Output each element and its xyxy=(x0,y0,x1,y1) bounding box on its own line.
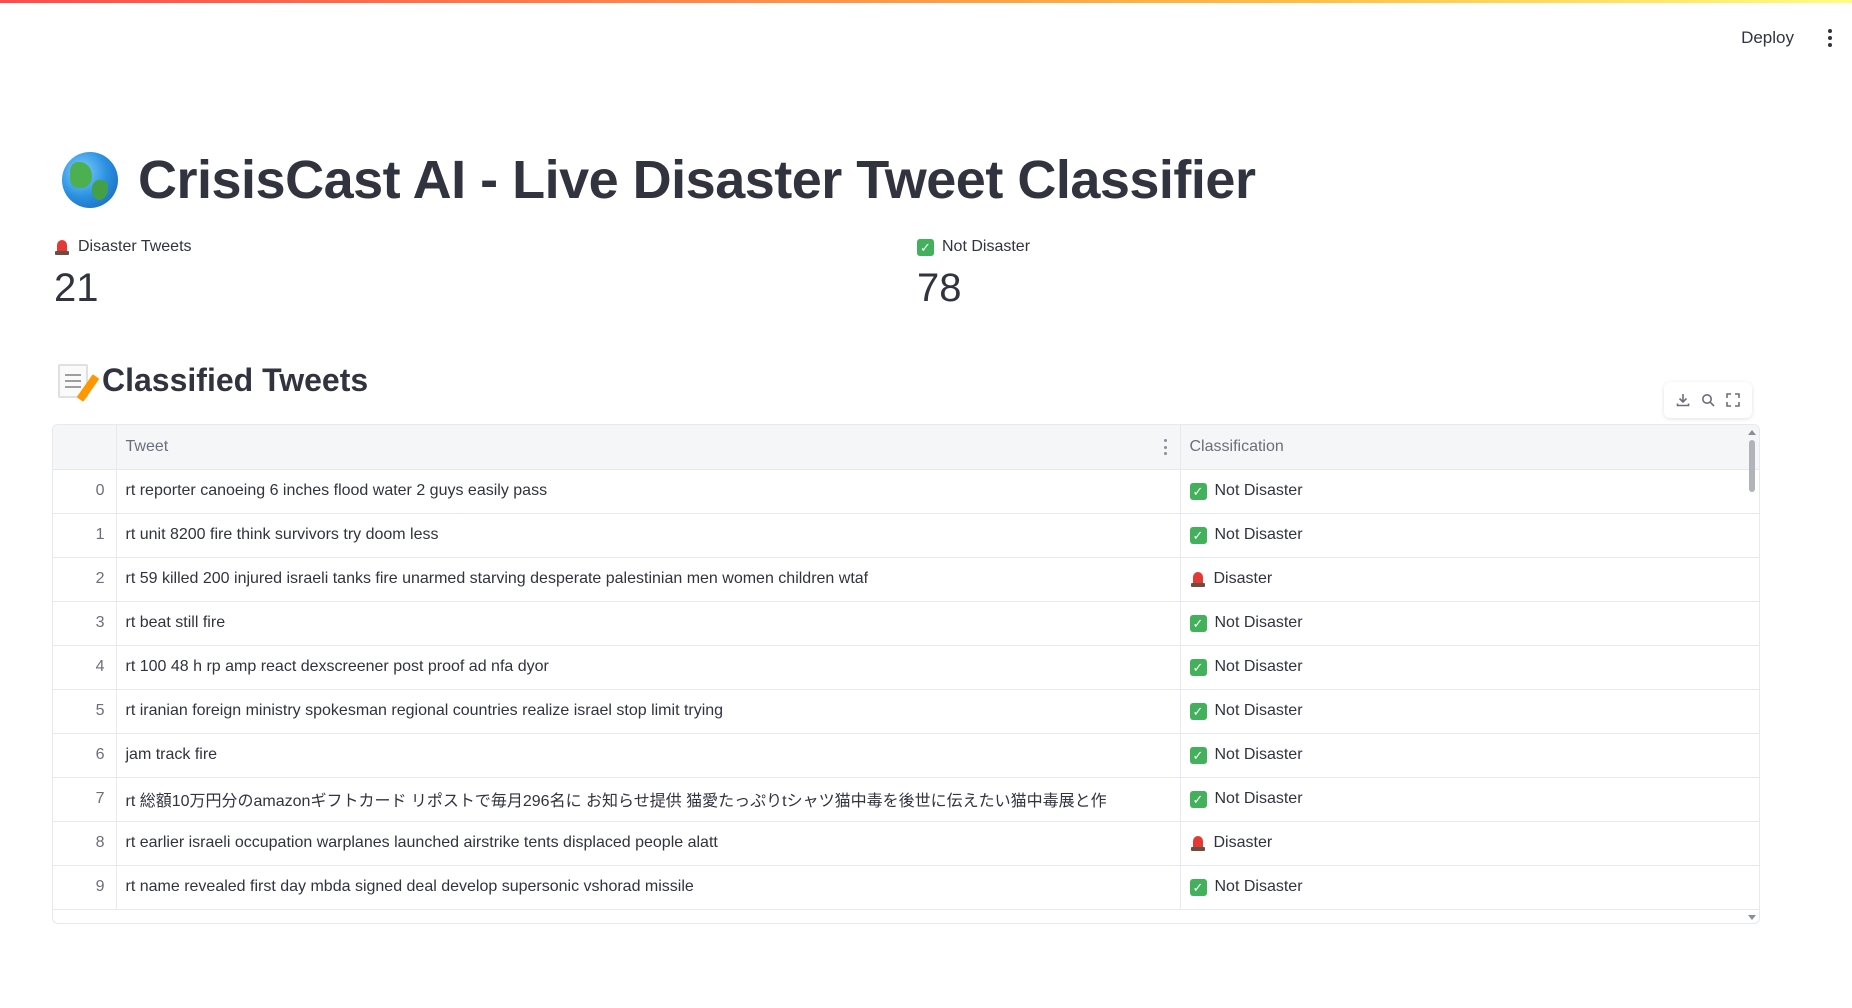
check-icon: ✓ xyxy=(1189,526,1207,544)
tweet-cell[interactable]: rt reporter canoeing 6 inches flood wate… xyxy=(116,469,1181,514)
check-icon: ✓ xyxy=(1189,702,1207,720)
row-index: 8 xyxy=(53,821,117,866)
classification-cell[interactable]: ✓ Not Disaster xyxy=(1180,513,1759,558)
row-index: 0 xyxy=(53,469,117,514)
row-index: 3 xyxy=(53,601,117,646)
check-icon: ✓ xyxy=(1189,790,1207,808)
classification-cell[interactable]: ✓ Not Disaster xyxy=(1180,733,1759,778)
metric-disaster-tweets: Disaster Tweets 21 xyxy=(54,238,192,311)
classification-cell[interactable]: ✓ Not Disaster xyxy=(1180,645,1759,690)
metric-value: 78 xyxy=(917,266,962,310)
tweet-cell[interactable]: rt 59 killed 200 injured israeli tanks f… xyxy=(116,557,1181,602)
check-icon: ✓ xyxy=(1189,658,1207,676)
metric-value: 21 xyxy=(54,266,99,310)
classification-cell[interactable]: Disaster xyxy=(1180,821,1759,866)
classification-cell[interactable]: Disaster xyxy=(1180,557,1759,602)
row-index: 4 xyxy=(53,645,117,690)
classification-label: Not Disaster xyxy=(1214,878,1303,895)
row-index: 5 xyxy=(53,689,117,734)
tweet-column-header[interactable]: Tweet xyxy=(116,425,1181,470)
row-index: 6 xyxy=(53,733,117,778)
tweet-cell[interactable]: rt iranian foreign ministry spokesman re… xyxy=(116,689,1181,734)
row-index: 7 xyxy=(53,777,117,822)
page-title: CrisisCast AI - Live Disaster Tweet Clas… xyxy=(138,150,1256,210)
table-row[interactable]: 4 rt 100 48 h rp amp react dexscreener po… xyxy=(53,645,1759,690)
table-row[interactable]: 0 rt reporter canoeing 6 inches flood wat… xyxy=(53,469,1759,514)
metric-not-disaster: ✓ Not Disaster 78 xyxy=(917,238,1030,311)
memo-icon xyxy=(58,363,100,402)
page-title-row: CrisisCast AI - Live Disaster Tweet Clas… xyxy=(62,145,1256,215)
tweet-cell[interactable]: rt 総額10万円分のamazonギフトカード リポストで毎月296名に お知ら… xyxy=(116,777,1181,822)
download-icon[interactable] xyxy=(1673,390,1693,410)
classification-cell[interactable]: ✓ Not Disaster xyxy=(1180,469,1759,514)
table-scrollbar[interactable] xyxy=(1748,430,1756,920)
kebab-menu-icon[interactable] xyxy=(1820,26,1840,50)
classification-label: Disaster xyxy=(1213,834,1273,851)
table-row[interactable]: 3 rt beat still fire ✓ Not Disaster xyxy=(53,601,1759,646)
classification-cell[interactable]: ✓ Not Disaster xyxy=(1180,601,1759,646)
classification-label: Not Disaster xyxy=(1214,658,1303,675)
tweets-table: Tweet Classification 0 rt reporter canoei… xyxy=(53,425,1759,910)
globe-icon xyxy=(62,152,118,208)
table-row[interactable]: 9 rt name revealed first day mbda signed … xyxy=(53,865,1759,910)
classification-label: Not Disaster xyxy=(1214,526,1303,543)
classification-label: Not Disaster xyxy=(1214,482,1303,499)
check-icon: ✓ xyxy=(1189,746,1207,764)
classification-label: Not Disaster xyxy=(1214,614,1303,631)
siren-icon xyxy=(1190,834,1206,852)
row-index: 2 xyxy=(53,557,117,602)
column-menu-icon[interactable] xyxy=(1164,439,1168,455)
check-icon: ✓ xyxy=(1189,482,1207,500)
dataframe-toolbar xyxy=(1664,382,1752,418)
metric-label: Not Disaster xyxy=(942,238,1031,255)
row-index: 1 xyxy=(53,513,117,558)
classification-label: Disaster xyxy=(1213,570,1273,587)
tweets-dataframe[interactable]: Tweet Classification 0 rt reporter canoei… xyxy=(52,424,1760,924)
check-icon: ✓ xyxy=(1189,878,1207,896)
table-row[interactable]: 7 rt 総額10万円分のamazonギフトカード リポストで毎月296名に お知… xyxy=(53,777,1759,822)
tweet-cell[interactable]: rt 100 48 h rp amp react dexscreener pos… xyxy=(116,645,1181,690)
classification-label: Not Disaster xyxy=(1214,702,1303,719)
row-index: 9 xyxy=(53,865,117,910)
table-row[interactable]: 5 rt iranian foreign ministry spokesman r… xyxy=(53,689,1759,734)
table-row[interactable]: 6 jam track fire ✓ Not Disaster xyxy=(53,733,1759,778)
classification-label: Not Disaster xyxy=(1214,746,1303,763)
tweet-cell[interactable]: rt name revealed first day mbda signed d… xyxy=(116,865,1181,910)
fullscreen-icon[interactable] xyxy=(1723,390,1743,410)
classification-cell[interactable]: ✓ Not Disaster xyxy=(1180,689,1759,734)
classification-cell[interactable]: ✓ Not Disaster xyxy=(1180,865,1759,910)
scroll-down-arrow-icon[interactable] xyxy=(1748,915,1756,920)
check-icon: ✓ xyxy=(917,238,934,256)
table-row[interactable]: 1 rt unit 8200 fire think survivors try d… xyxy=(53,513,1759,558)
section-title: Classified Tweets xyxy=(102,362,369,398)
main-content: CrisisCast AI - Live Disaster Tweet Clas… xyxy=(52,0,1762,1008)
metric-label: Disaster Tweets xyxy=(78,238,192,255)
check-icon: ✓ xyxy=(1189,614,1207,632)
tweet-cell[interactable]: jam track fire xyxy=(116,733,1181,778)
table-row[interactable]: 2 rt 59 killed 200 injured israeli tanks … xyxy=(53,557,1759,602)
table-row[interactable]: 8 rt earlier israeli occupation warplanes… xyxy=(53,821,1759,866)
classification-label: Not Disaster xyxy=(1214,790,1303,807)
siren-icon xyxy=(54,238,70,256)
tweet-cell[interactable]: rt earlier israeli occupation warplanes … xyxy=(116,821,1181,866)
siren-icon xyxy=(1190,570,1206,588)
tweet-cell[interactable]: rt unit 8200 fire think survivors try do… xyxy=(116,513,1181,558)
index-column-header[interactable] xyxy=(53,425,117,470)
table-header-row: Tweet Classification xyxy=(53,425,1759,470)
scroll-up-arrow-icon[interactable] xyxy=(1748,430,1756,435)
search-icon[interactable] xyxy=(1698,390,1718,410)
classified-tweets-header: Classified Tweets xyxy=(58,362,369,402)
scrollbar-thumb[interactable] xyxy=(1749,440,1755,492)
classification-column-header[interactable]: Classification xyxy=(1180,425,1759,470)
classification-cell[interactable]: ✓ Not Disaster xyxy=(1180,777,1759,822)
tweet-cell[interactable]: rt beat still fire xyxy=(116,601,1181,646)
